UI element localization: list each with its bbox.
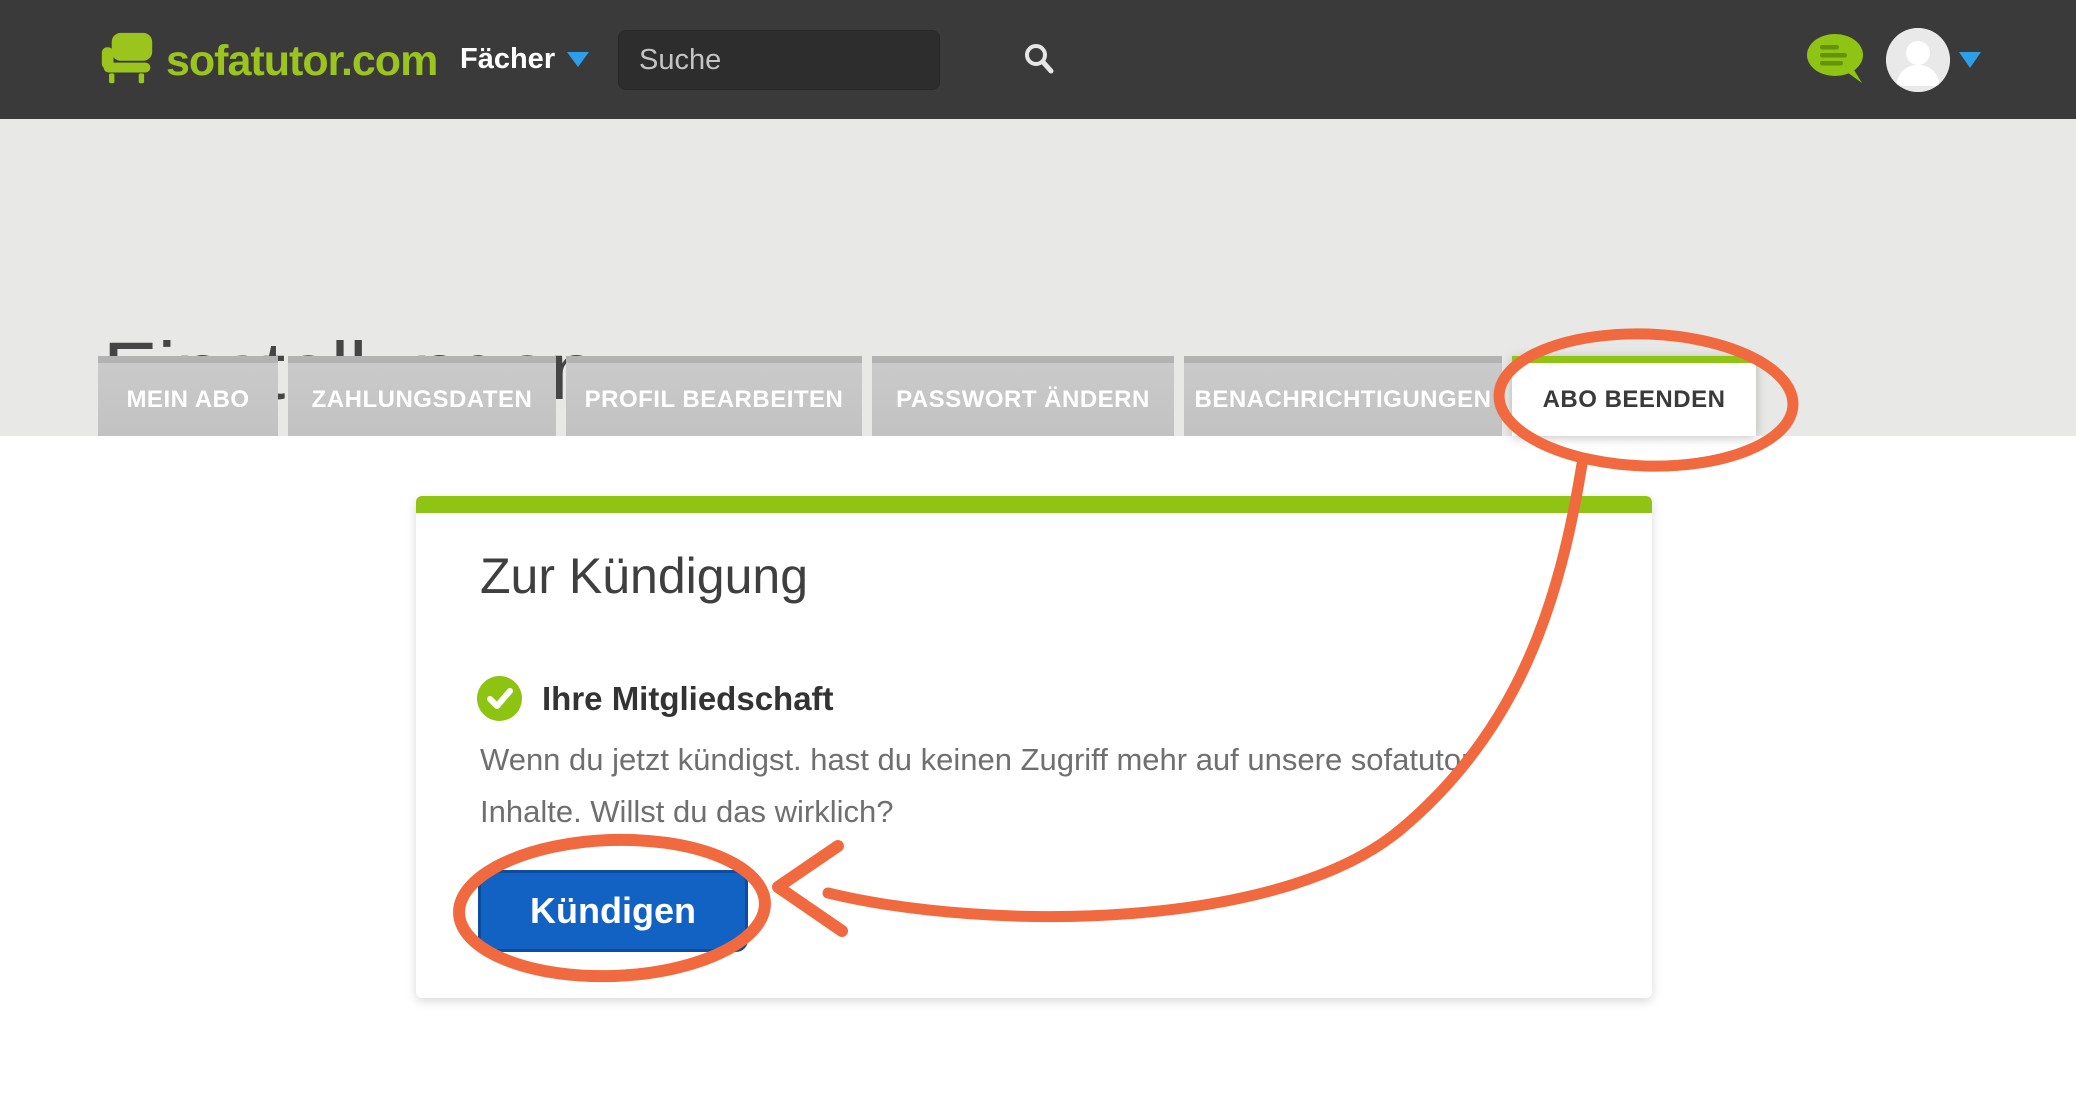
account-avatar[interactable] [1886, 28, 1950, 92]
brand-wordmark: sofatutor.com [166, 37, 437, 86]
messages-button[interactable] [1806, 32, 1868, 86]
search-button[interactable] [1016, 31, 1062, 89]
tab-mein-abo[interactable]: MEIN ABO [98, 356, 278, 436]
nav-subjects-dropdown[interactable]: Fächer [460, 0, 589, 119]
account-menu-caret-icon[interactable] [1959, 52, 1981, 68]
search-icon [1022, 42, 1056, 79]
tab-passwort-aendern[interactable]: PASSWORT ÄNDERN [872, 356, 1174, 436]
cancellation-warning-text: Wenn du jetzt kündigst. hast du keinen Z… [480, 734, 1471, 838]
search-input[interactable] [619, 44, 1016, 77]
sofa-couch-icon [100, 31, 154, 92]
tab-zahlungsdaten[interactable]: ZAHLUNGSDATEN [288, 356, 556, 436]
search-box [618, 30, 940, 90]
cancellation-card: Zur Kündigung Ihre Mitgliedschaft Wenn d… [416, 496, 1652, 998]
warning-line-2: Inhalte. Willst du das wirklich? [480, 786, 1471, 838]
chevron-down-icon [567, 52, 589, 67]
warning-line-1: Wenn du jetzt kündigst. hast du keinen Z… [480, 734, 1471, 786]
sofatutor-logo[interactable]: sofatutor.com [100, 31, 437, 92]
settings-header-section: Einstellungen MEIN ABO ZAHLUNGSDATEN PRO… [0, 119, 2076, 436]
person-avatar-icon [1886, 79, 1950, 92]
top-navigation-bar: sofatutor.com Fächer [0, 0, 2076, 119]
check-circle-icon [477, 676, 522, 721]
settings-page: sofatutor.com Fächer [0, 0, 2076, 1100]
speech-bubble-icon [1806, 73, 1868, 90]
membership-status-row: Ihre Mitgliedschaft [477, 676, 834, 721]
card-title: Zur Kündigung [480, 547, 808, 605]
kuendigen-button[interactable]: Kündigen [478, 870, 748, 952]
nav-subjects-label: Fächer [460, 43, 555, 76]
tab-benachrichtigungen[interactable]: BENACHRICHTIGUNGEN [1184, 356, 1502, 436]
tab-profil-bearbeiten[interactable]: PROFIL BEARBEITEN [566, 356, 862, 436]
membership-heading: Ihre Mitgliedschaft [542, 680, 834, 718]
tab-abo-beenden[interactable]: ABO BEENDEN [1512, 356, 1756, 436]
settings-tab-bar: MEIN ABO ZAHLUNGSDATEN PROFIL BEARBEITEN… [98, 356, 1756, 436]
card-accent-bar [416, 496, 1652, 513]
